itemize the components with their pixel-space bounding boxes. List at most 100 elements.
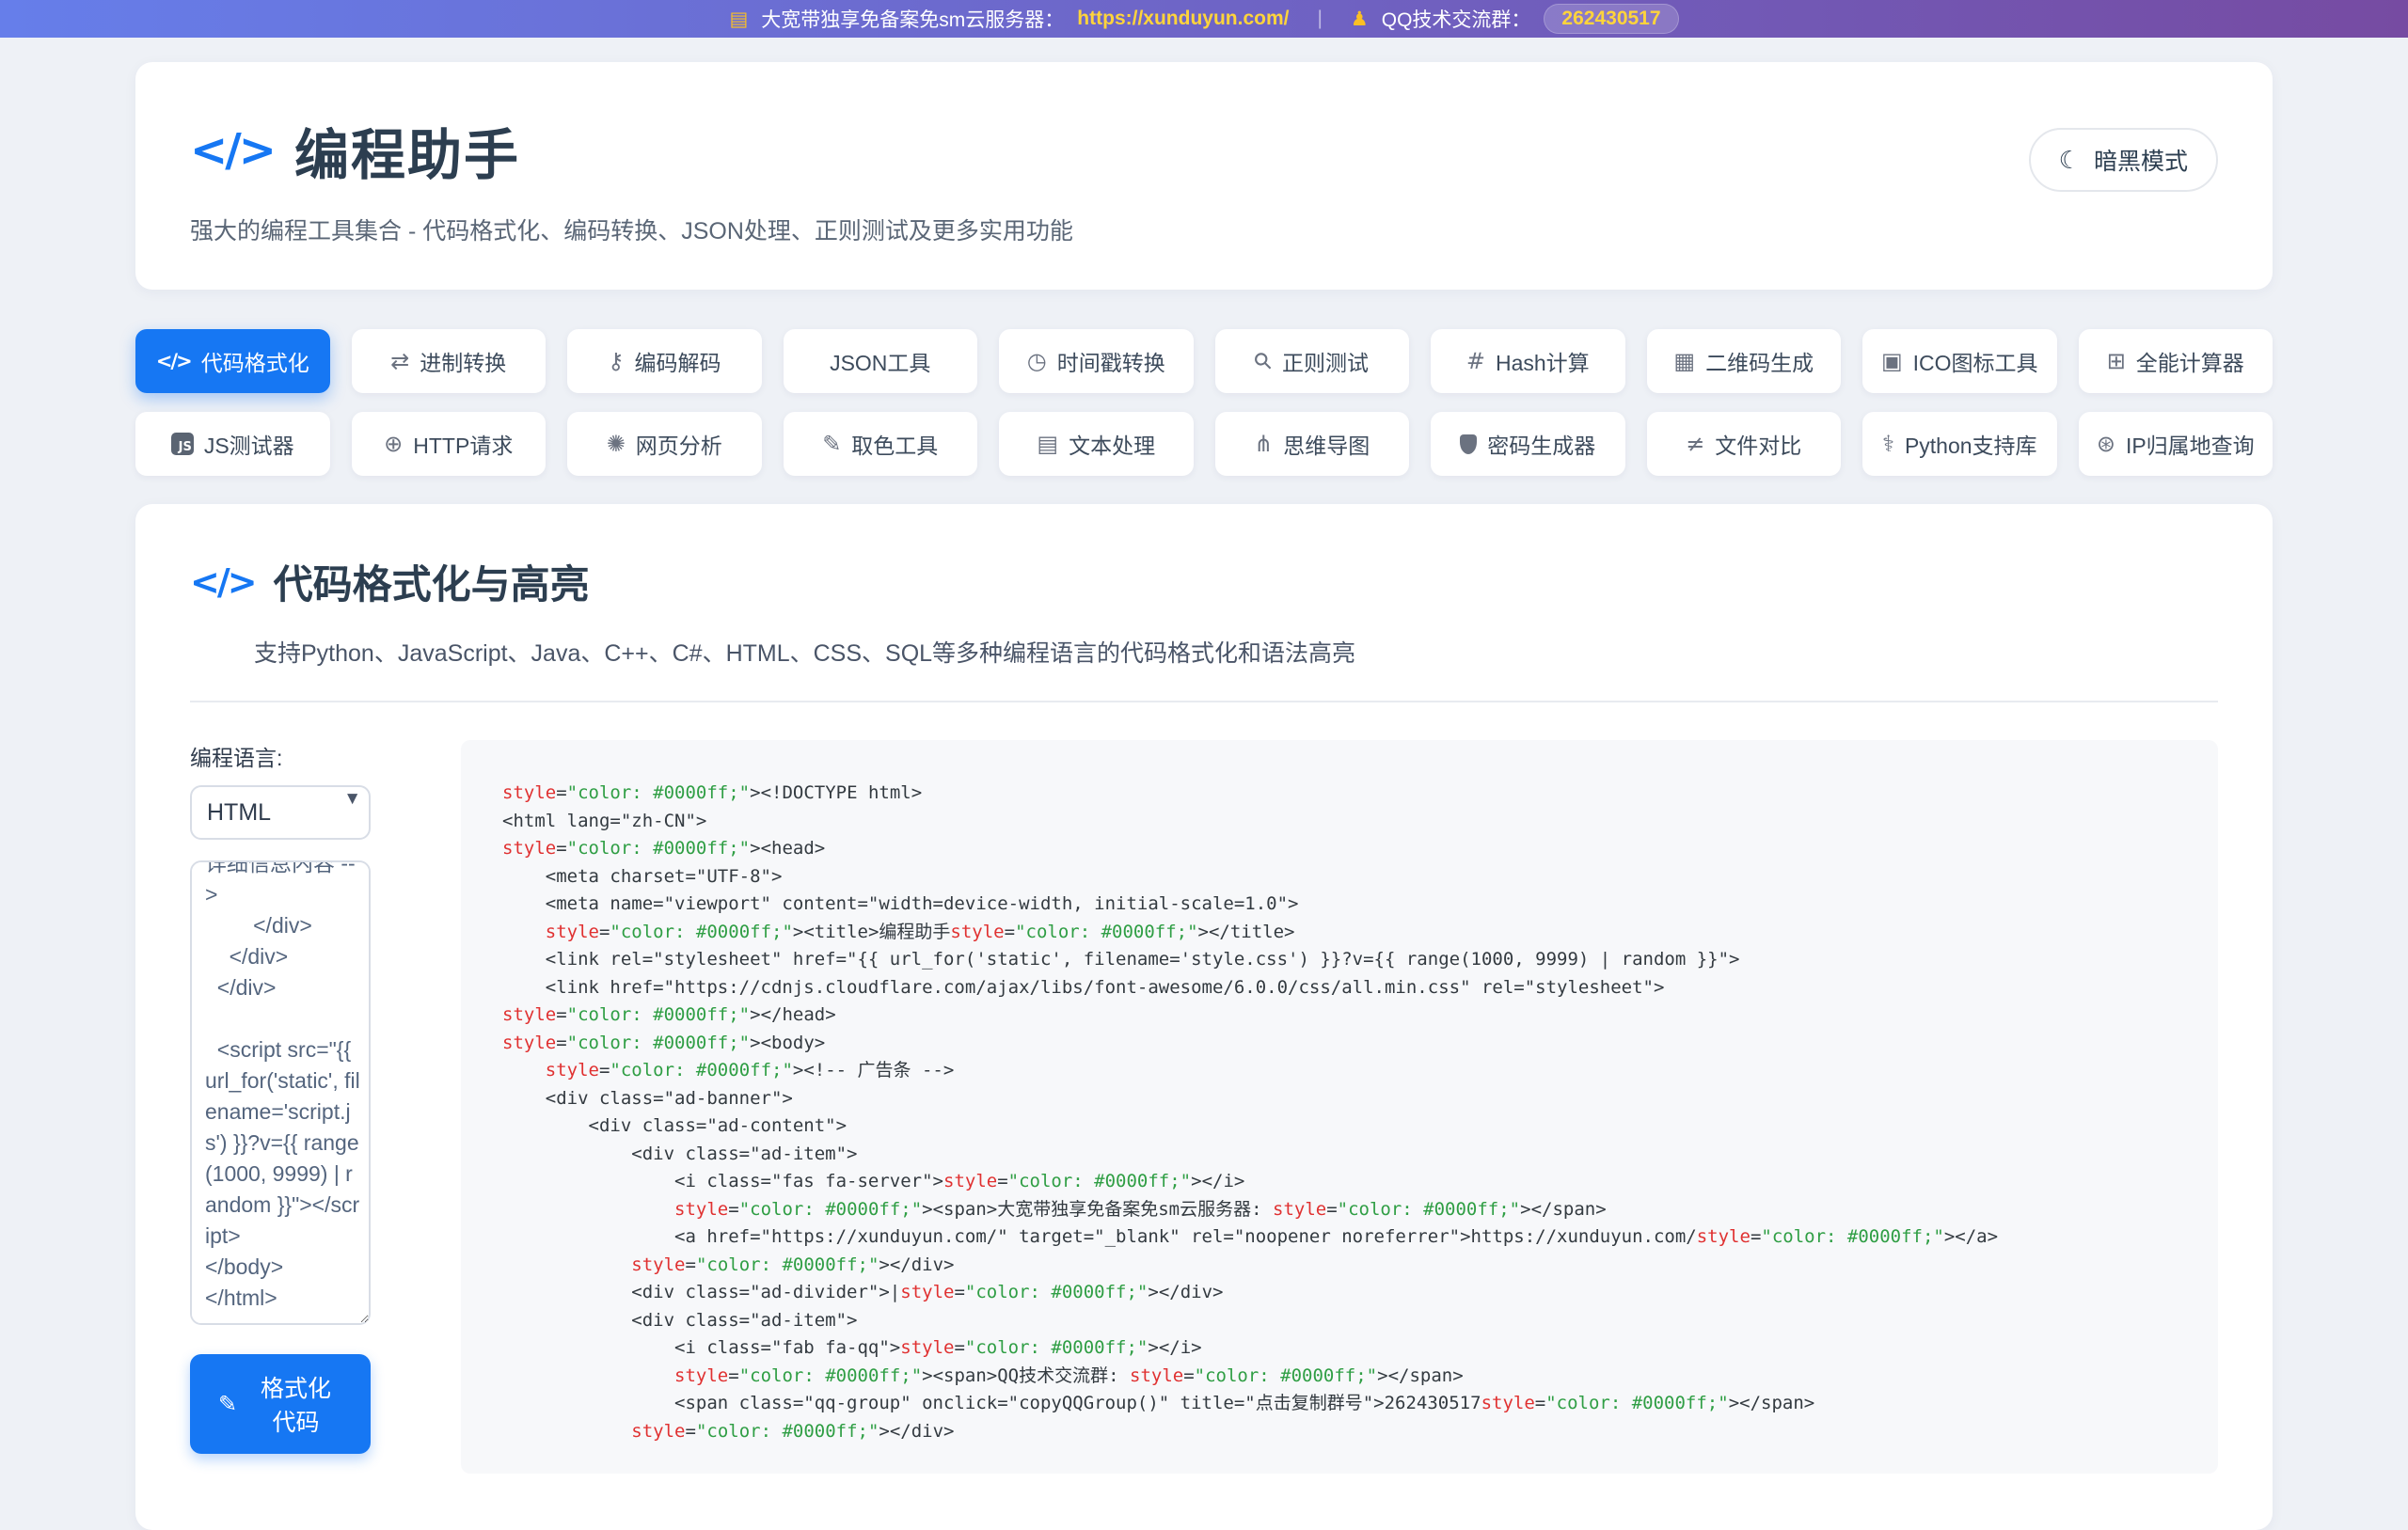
- top-ad-bar: ▤ 大宽带独享免备案免sm云服务器： https://xunduyun.com/…: [0, 0, 2408, 38]
- tab-label: 编码解码: [635, 345, 721, 377]
- highlighted-code-output: style="color: #0000ff;"><!DOCTYPE html><…: [502, 780, 2190, 1445]
- tab-file-diff[interactable]: ≠ 文件对比: [1647, 412, 1842, 476]
- tab-label: JS测试器: [204, 428, 294, 460]
- tab-label: 思维导图: [1283, 428, 1370, 460]
- tab-color-picker[interactable]: ✎ 取色工具: [784, 412, 978, 476]
- tab-qrcode-gen[interactable]: ▦ 二维码生成: [1647, 329, 1842, 393]
- server-ad-link[interactable]: https://xunduyun.com/: [1077, 8, 1289, 30]
- code-line: <i class="fab fa-qq">style="color: #0000…: [502, 1334, 2190, 1363]
- format-code-button[interactable]: ✎ 格式化代码: [190, 1354, 371, 1454]
- tab-json-tools[interactable]: JSON工具: [784, 329, 978, 393]
- tab-label: Python支持库: [1905, 428, 2037, 460]
- tab-label: HTTP请求: [413, 428, 513, 460]
- tab-encode-decode[interactable]: ⚷ 编码解码: [567, 329, 762, 393]
- code-icon: </>: [156, 352, 191, 371]
- code-line: style="color: #0000ff;"><span>大宽带独享免备案免s…: [502, 1196, 2190, 1224]
- app-logo-code-icon: </>: [190, 124, 274, 177]
- format-code-label: 格式化代码: [249, 1370, 342, 1438]
- server-icon: ▤: [729, 8, 748, 31]
- eyedropper-icon: ✎: [822, 433, 841, 455]
- dark-mode-button[interactable]: ☾ 暗黑模式: [2029, 128, 2218, 192]
- page-subtitle: 强大的编程工具集合 - 代码格式化、编码转换、JSON处理、正则测试及更多实用功…: [190, 213, 2218, 246]
- tab-web-analyze[interactable]: ✺ 网页分析: [567, 412, 762, 476]
- js-icon: JS: [171, 433, 194, 455]
- chevron-down-icon: ▼: [343, 789, 361, 810]
- app-header-card: </> 编程助手 强大的编程工具集合 - 代码格式化、编码转换、JSON处理、正…: [135, 62, 2273, 290]
- clock-icon: ◷: [1027, 350, 1047, 372]
- section-title: 代码格式化与高亮: [274, 553, 590, 610]
- code-line: style="color: #0000ff;"><span>QQ技术交流群: s…: [502, 1363, 2190, 1391]
- qq-group-number-badge[interactable]: 262430517: [1544, 4, 1678, 34]
- code-line: <div class="ad-content">: [502, 1112, 2190, 1141]
- search-icon: ⚲: [1250, 347, 1277, 374]
- tab-label: 文本处理: [1069, 428, 1155, 460]
- tab-ip-lookup[interactable]: ⊛IP归属地查询: [2079, 412, 2273, 476]
- file-icon: ▤: [1037, 433, 1058, 455]
- code-line: <div class="ad-item">: [502, 1141, 2190, 1169]
- code-line: <link href="https://cdnjs.cloudflare.com…: [502, 974, 2190, 1002]
- pencil-icon: ✎: [218, 1391, 237, 1418]
- code-line: <div class="ad-item">: [502, 1307, 2190, 1335]
- tab-label: 时间戳转换: [1057, 345, 1165, 377]
- code-line: <div class="ad-banner">: [502, 1085, 2190, 1113]
- page-title: 编程助手: [294, 111, 520, 190]
- code-line: style="color: #0000ff;"></head>: [502, 1002, 2190, 1030]
- language-select[interactable]: HTML ▼: [190, 785, 371, 840]
- hash-icon: #: [1466, 350, 1485, 372]
- tab-text-process[interactable]: ▤ 文本处理: [999, 412, 1194, 476]
- tool-tabs-grid: </> 代码格式化 ⇄ 进制转换 ⚷ 编码解码 JSON工具 ◷ 时间戳转换 ⚲正则测试 # Hash…: [135, 329, 2273, 476]
- language-selected-value: HTML: [207, 799, 271, 827]
- tab-calculator[interactable]: ⊞全能计算器: [2079, 329, 2273, 393]
- tab-label: 网页分析: [636, 428, 722, 460]
- language-label: 编程语言:: [190, 740, 371, 772]
- section-divider: [190, 701, 2218, 702]
- tab-ico-tool[interactable]: ▣ICO图标工具: [1862, 329, 2057, 393]
- editor-controls: 编程语言: HTML ▼ 详细信息内容 --> </div> </div> </…: [190, 740, 371, 1454]
- tab-label: Hash计算: [1496, 345, 1590, 377]
- qq-group-label: QQ技术交流群：: [1382, 5, 1531, 33]
- tab-label: 二维码生成: [1705, 345, 1814, 377]
- code-input[interactable]: 详细信息内容 --> </div> </div> </div> <script …: [190, 860, 371, 1325]
- tab-label: 密码生成器: [1487, 428, 1595, 460]
- mindmap-icon: ⋔: [1254, 433, 1273, 455]
- tab-code-format[interactable]: </> 代码格式化: [135, 329, 330, 393]
- tab-password-gen[interactable]: 密码生成器: [1431, 412, 1625, 476]
- code-line: <div class="ad-divider">|style="color: #…: [502, 1279, 2190, 1307]
- key-icon: ⚷: [608, 350, 625, 372]
- moon-icon: ☾: [2059, 146, 2081, 175]
- tab-label: JSON工具: [830, 345, 930, 377]
- tab-regex-test[interactable]: ⚲正则测试: [1215, 329, 1410, 393]
- globe-icon: ⊕: [384, 433, 403, 455]
- tab-hash-calc[interactable]: # Hash计算: [1431, 329, 1625, 393]
- tab-mindmap[interactable]: ⋔ 思维导图: [1215, 412, 1410, 476]
- tab-http-request[interactable]: ⊕ HTTP请求: [352, 412, 547, 476]
- code-line: <link rel="stylesheet" href="{{ url_for(…: [502, 946, 2190, 974]
- formatted-code-panel[interactable]: style="color: #0000ff;"><!DOCTYPE html><…: [461, 740, 2218, 1474]
- section-subtitle: 支持Python、JavaScript、Java、C++、C#、HTML、CSS…: [254, 635, 2218, 669]
- tab-label: 文件对比: [1715, 428, 1801, 460]
- tab-js-tester[interactable]: JS JS测试器: [135, 412, 330, 476]
- tab-label: 取色工具: [851, 428, 938, 460]
- tab-timestamp[interactable]: ◷ 时间戳转换: [999, 329, 1194, 393]
- spider-icon: ✺: [607, 433, 626, 455]
- tab-label: 进制转换: [420, 345, 506, 377]
- code-line: <meta name="viewport" content="width=dev…: [502, 891, 2190, 919]
- tab-label: 代码格式化: [201, 345, 309, 377]
- qrcode-icon: ▦: [1673, 350, 1695, 372]
- tab-label: 正则测试: [1282, 345, 1369, 377]
- globe-asia-icon: ⊛: [2097, 433, 2115, 455]
- code-line: style="color: #0000ff;"><head>: [502, 835, 2190, 863]
- code-line: <meta charset="UTF-8">: [502, 863, 2190, 891]
- tab-base-convert[interactable]: ⇄ 进制转换: [352, 329, 547, 393]
- shield-icon: [1460, 434, 1477, 454]
- tab-label: 全能计算器: [2136, 345, 2244, 377]
- code-line: <span class="qq-group" onclick="copyQQGr…: [502, 1390, 2190, 1418]
- tab-label: ICO图标工具: [1913, 345, 2038, 377]
- code-line: style="color: #0000ff;"><body>: [502, 1030, 2190, 1058]
- not-equal-icon: ≠: [1686, 433, 1704, 455]
- tab-python-lib[interactable]: ⚕Python支持库: [1862, 412, 2057, 476]
- code-line: style="color: #0000ff;"><!DOCTYPE html>: [502, 780, 2190, 808]
- code-line: <html lang="zh-CN">: [502, 808, 2190, 836]
- exchange-icon: ⇄: [390, 350, 409, 372]
- code-line: style="color: #0000ff;"><title>编程助手style…: [502, 919, 2190, 947]
